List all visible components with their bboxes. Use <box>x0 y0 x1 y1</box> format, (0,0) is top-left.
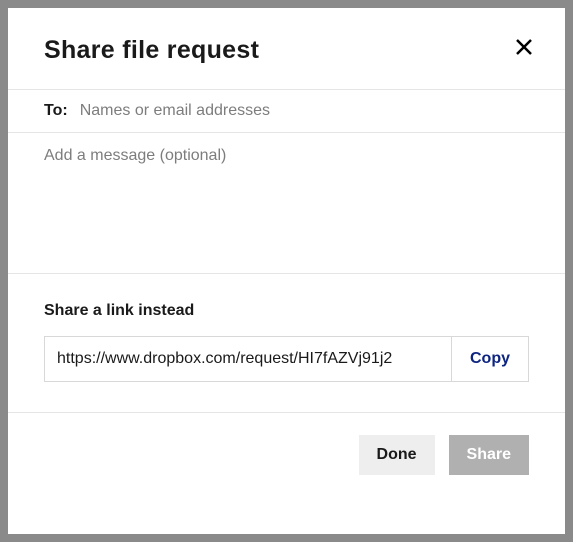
share-file-request-modal: Share file request To: Share a link inst… <box>8 8 565 534</box>
modal-footer: Done Share <box>8 413 565 497</box>
to-label: To: <box>44 102 68 120</box>
recipients-input[interactable] <box>80 102 529 120</box>
share-link-input[interactable] <box>45 337 451 381</box>
modal-title: Share file request <box>44 36 529 65</box>
message-input[interactable] <box>8 133 565 268</box>
share-button[interactable]: Share <box>449 435 529 475</box>
done-button[interactable]: Done <box>359 435 435 475</box>
close-icon <box>515 38 533 56</box>
close-button[interactable] <box>513 36 535 58</box>
link-section: Share a link instead Copy <box>8 274 565 412</box>
link-section-title: Share a link instead <box>44 302 529 320</box>
modal-header: Share file request <box>8 8 565 89</box>
link-row: Copy <box>44 336 529 382</box>
to-row: To: <box>8 90 565 132</box>
copy-button[interactable]: Copy <box>451 337 528 381</box>
